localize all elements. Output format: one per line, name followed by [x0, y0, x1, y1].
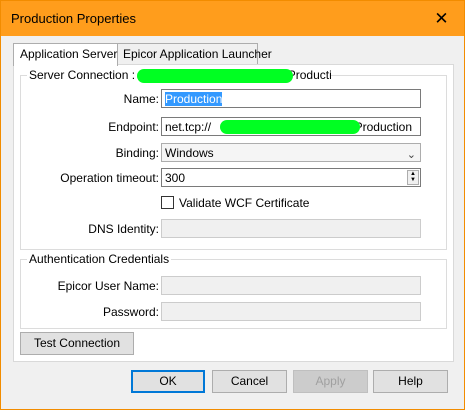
- server-connection-group: Server Connection : Production Name: Pro…: [20, 68, 447, 250]
- name-label: Name:: [123, 92, 159, 106]
- close-icon[interactable]: ✕: [419, 1, 464, 36]
- authentication-credentials-title: Authentication Credentials: [27, 252, 172, 266]
- operation-timeout-label: Operation timeout:: [60, 171, 159, 185]
- server-connection-title-prefix: Server Connection :: [29, 68, 136, 82]
- apply-button[interactable]: Apply: [293, 370, 368, 393]
- server-connection-title-suffix: Production: [287, 68, 331, 82]
- endpoint-value-prefix: net.tcp://: [165, 120, 212, 134]
- endpoint-value-suffix: Production: [354, 120, 412, 134]
- spinner-arrows-icon[interactable]: ▲ ▼: [407, 170, 419, 185]
- cancel-button[interactable]: Cancel: [212, 370, 287, 393]
- endpoint-label: Endpoint:: [108, 120, 159, 134]
- password-field[interactable]: [161, 302, 421, 321]
- binding-label: Binding:: [115, 146, 159, 160]
- properties-dialog: Production Properties ✕ Application Serv…: [0, 0, 465, 410]
- endpoint-field[interactable]: net.tcp:// Production: [161, 117, 421, 136]
- binding-dropdown[interactable]: Windows ⌄: [161, 143, 421, 162]
- dns-identity-field[interactable]: [161, 219, 421, 238]
- operation-timeout-stepper[interactable]: 300 ▲ ▼: [161, 168, 421, 187]
- window-title: Production Properties: [11, 11, 137, 26]
- epicor-user-name-label: Epicor User Name:: [57, 279, 159, 293]
- validate-wcf-label: Validate WCF Certificate: [179, 196, 310, 210]
- name-field[interactable]: Production: [161, 89, 421, 108]
- ok-button[interactable]: OK: [131, 370, 205, 393]
- tab-application-server[interactable]: Application Server: [13, 43, 118, 66]
- help-button[interactable]: Help: [373, 370, 448, 393]
- chevron-down-icon: ⌄: [406, 149, 416, 161]
- dns-identity-label: DNS Identity:: [88, 222, 159, 236]
- redaction-mark: [137, 69, 293, 83]
- title-bar[interactable]: Production Properties ✕: [1, 1, 464, 36]
- tab-page-application-server: Server Connection : Production Name: Pro…: [13, 64, 454, 362]
- epicor-user-name-field[interactable]: [161, 276, 421, 295]
- name-value: Production: [165, 92, 223, 106]
- operation-timeout-value: 300: [165, 171, 186, 185]
- authentication-credentials-group: Authentication Credentials Epicor User N…: [20, 252, 447, 329]
- validate-wcf-checkbox[interactable]: [161, 196, 174, 209]
- test-connection-button[interactable]: Test Connection: [20, 332, 134, 355]
- tab-bar: Application Server Epicor Application La…: [13, 43, 453, 66]
- tab-epicor-application-launcher[interactable]: Epicor Application Launcher: [116, 43, 272, 65]
- redaction-mark-endpoint: [220, 120, 360, 134]
- password-label: Password:: [102, 305, 159, 319]
- binding-value: Windows: [165, 146, 214, 160]
